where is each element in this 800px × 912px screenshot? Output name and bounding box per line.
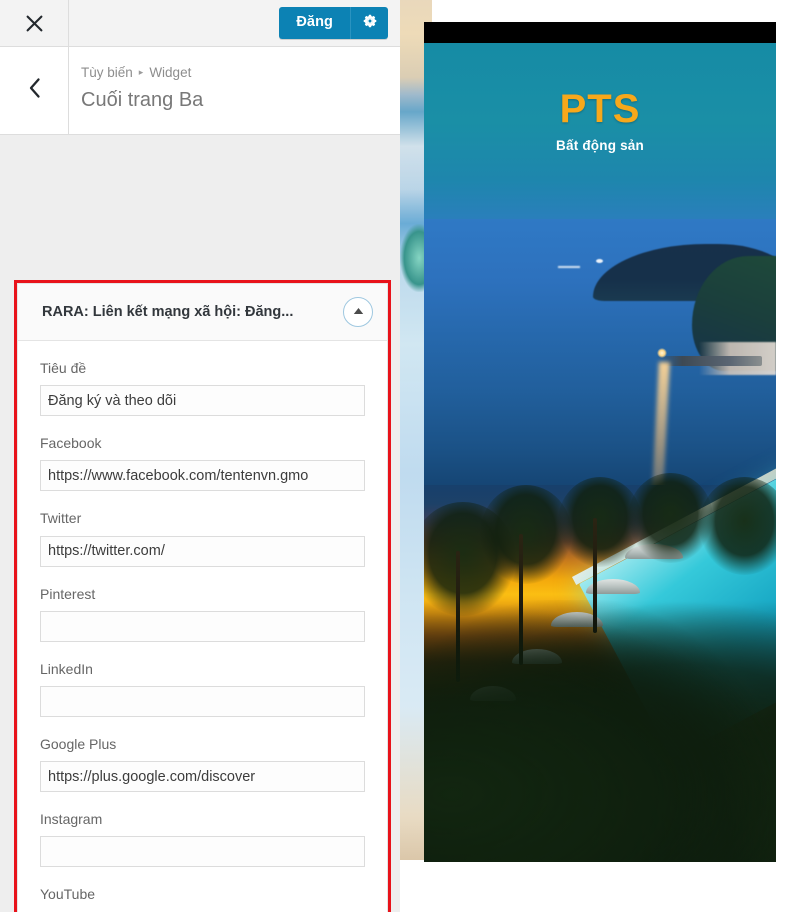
hero-far-boat bbox=[557, 265, 580, 268]
widget-header[interactable]: RARA: Liên kết mạng xã hội: Đăng... bbox=[18, 284, 387, 341]
field-label-twitter: Twitter bbox=[40, 510, 82, 527]
field-googleplus: Google Plus bbox=[40, 735, 365, 793]
widget-collapse-toggle[interactable] bbox=[343, 297, 373, 327]
input-pinterest[interactable] bbox=[40, 610, 365, 642]
widget-container: RARA: Liên kết mạng xã hội: Đăng... Tiêu bbox=[17, 283, 388, 912]
field-instagram: Instagram bbox=[40, 810, 365, 868]
site-title: PTS bbox=[559, 87, 641, 131]
section-titles: Tùy biến ▸ Widget Cuối trang Ba bbox=[69, 47, 213, 134]
widget-title: RARA: Liên kết mạng xã hội: Đăng... bbox=[42, 304, 294, 320]
field-label-googleplus: Google Plus bbox=[40, 735, 117, 752]
field-title: Tiêu đề bbox=[40, 359, 365, 417]
close-x-icon bbox=[25, 14, 44, 33]
field-label-title: Tiêu đề bbox=[40, 360, 87, 376]
input-twitter[interactable] bbox=[40, 535, 365, 567]
widget-form: Tiêu đề Facebook Twitter Pintere bbox=[18, 341, 387, 912]
preview-right-gap bbox=[776, 0, 800, 912]
customizer-panel: Đăng Tùy biến ▸ Widget Cuối trang Ba RAR… bbox=[0, 0, 400, 912]
hero-pier bbox=[656, 355, 762, 366]
breadcrumb: Tùy biến ▸ Widget bbox=[81, 64, 203, 82]
publish-settings-button[interactable] bbox=[350, 6, 388, 40]
site-branding[interactable]: PTS Bất động sản bbox=[424, 89, 776, 153]
publish-button[interactable]: Đăng bbox=[279, 6, 350, 40]
field-label-linkedin: LinkedIn bbox=[40, 660, 93, 677]
input-facebook[interactable] bbox=[40, 460, 365, 492]
field-label-instagram: Instagram bbox=[40, 811, 103, 828]
input-title[interactable] bbox=[40, 385, 365, 417]
customizer-topbar: Đăng bbox=[0, 0, 400, 47]
page-title: Cuối trang Ba bbox=[81, 88, 204, 111]
chevron-left-icon bbox=[27, 77, 42, 104]
field-linkedin: LinkedIn bbox=[40, 660, 365, 717]
hero-foreground-foliage bbox=[424, 599, 776, 862]
customizer-app: Đăng Tùy biến ▸ Widget Cuối trang Ba RAR… bbox=[0, 0, 800, 912]
breadcrumb-separator-icon: ▸ bbox=[138, 66, 144, 77]
input-linkedin[interactable] bbox=[40, 685, 365, 717]
field-label-youtube: YouTube bbox=[40, 886, 96, 903]
field-youtube: YouTube bbox=[40, 885, 365, 912]
site-tagline: Bất động sản bbox=[556, 138, 644, 153]
chevron-up-circle-icon bbox=[352, 303, 365, 321]
customizer-body: RARA: Liên kết mạng xã hội: Đăng... Tiêu bbox=[0, 135, 400, 912]
site-hero: PTS Bất động sản bbox=[424, 43, 776, 862]
breadcrumb-current: Widget bbox=[149, 65, 192, 80]
publish-button-group: Đăng bbox=[279, 6, 388, 40]
field-twitter: Twitter bbox=[40, 509, 365, 567]
site-admin-bar bbox=[424, 22, 776, 43]
hero-palm-canopy bbox=[480, 485, 572, 584]
field-pinterest: Pinterest bbox=[40, 585, 365, 642]
input-instagram[interactable] bbox=[40, 836, 365, 868]
field-label-facebook: Facebook bbox=[40, 435, 102, 452]
customizer-section-header: Tùy biến ▸ Widget Cuối trang Ba bbox=[0, 47, 400, 135]
field-label-pinterest: Pinterest bbox=[40, 585, 96, 602]
back-button[interactable] bbox=[0, 47, 69, 134]
field-facebook: Facebook bbox=[40, 434, 365, 492]
topbar-actions: Đăng bbox=[279, 0, 400, 46]
site-preview-frame[interactable]: PTS Bất động sản bbox=[424, 22, 776, 862]
breadcrumb-root: Tùy biến bbox=[81, 65, 133, 80]
site-preview-pane[interactable]: PTS Bất động sản bbox=[400, 0, 800, 912]
input-googleplus[interactable] bbox=[40, 761, 365, 793]
gear-icon bbox=[362, 13, 378, 32]
widget-social-links: RARA: Liên kết mạng xã hội: Đăng... Tiêu bbox=[17, 283, 388, 912]
close-customizer-button[interactable] bbox=[0, 0, 69, 46]
hero-photo bbox=[424, 43, 776, 862]
